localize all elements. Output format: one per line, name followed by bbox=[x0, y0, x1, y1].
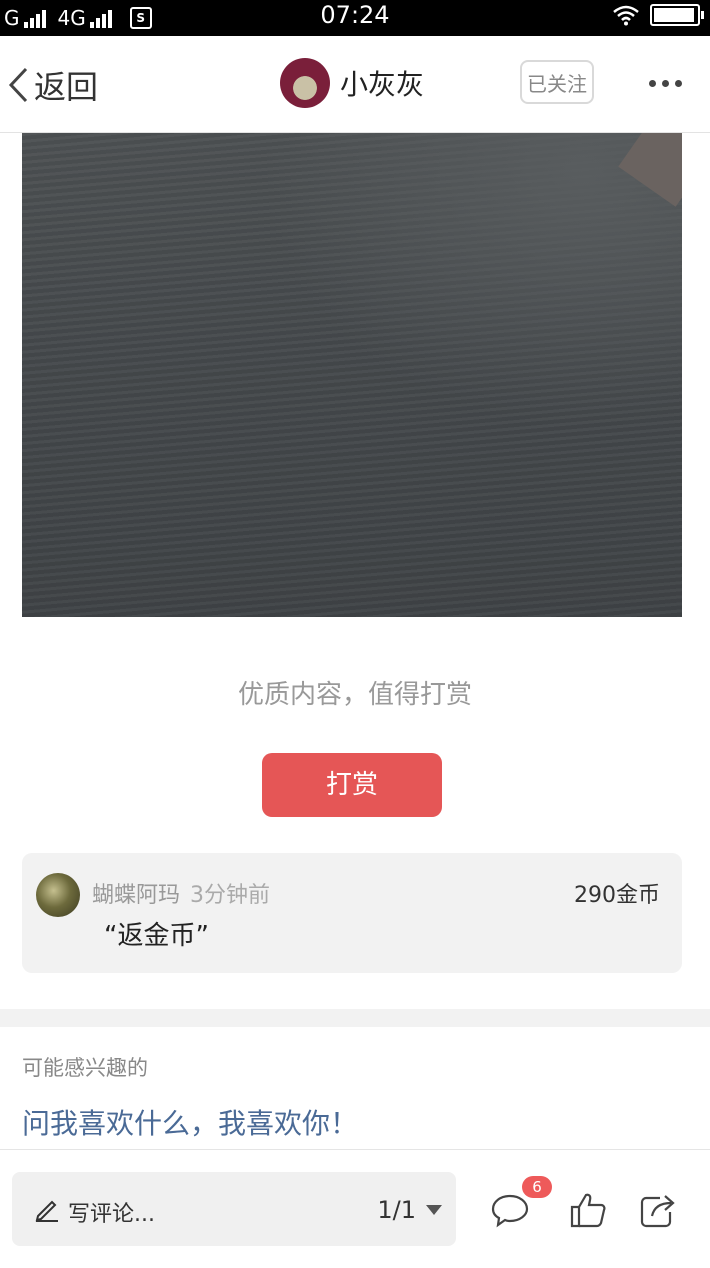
comment-count-badge: 6 bbox=[522, 1176, 552, 1198]
dropdown-triangle-icon bbox=[426, 1205, 442, 1215]
thumbs-up-icon[interactable] bbox=[568, 1190, 608, 1230]
comment-placeholder: 写评论... bbox=[68, 1202, 155, 1227]
more-dots-icon[interactable] bbox=[649, 80, 682, 87]
bottom-bar: 写评论... 1/1 6 bbox=[0, 1149, 710, 1268]
recommend-title: 可能感兴趣的 bbox=[22, 1056, 148, 1080]
back-button[interactable]: 返回 bbox=[6, 62, 98, 108]
avatar[interactable] bbox=[280, 58, 330, 108]
back-label: 返回 bbox=[34, 68, 99, 106]
wifi-icon bbox=[613, 5, 639, 26]
page-indicator: 1/1 bbox=[377, 1196, 416, 1224]
comment-input[interactable]: 写评论... 1/1 bbox=[12, 1172, 456, 1246]
nav-bar: 返回 小灰灰 已关注 bbox=[0, 36, 710, 133]
share-icon[interactable] bbox=[638, 1190, 678, 1230]
post-photo[interactable] bbox=[22, 133, 682, 617]
pen-icon bbox=[35, 1200, 58, 1222]
status-right bbox=[612, 4, 704, 26]
author-name[interactable]: 小灰灰 bbox=[340, 63, 424, 103]
battery-fill bbox=[654, 8, 694, 22]
section-divider bbox=[0, 1009, 710, 1027]
tip-message: “返金币” bbox=[104, 921, 209, 951]
battery-icon bbox=[650, 4, 704, 26]
tipper-avatar[interactable] bbox=[36, 873, 80, 917]
follow-button[interactable]: 已关注 bbox=[520, 60, 594, 104]
tip-record: 蝴蝶阿玛 3分钟前 290金币 “返金币” bbox=[22, 853, 682, 973]
status-bar: G 4G S 07:24 bbox=[0, 0, 710, 36]
author-info[interactable]: 小灰灰 bbox=[280, 58, 424, 108]
comment-bubble-icon[interactable] bbox=[490, 1190, 530, 1230]
back-chevron-icon bbox=[8, 67, 28, 103]
tipper-info: 蝴蝶阿玛 3分钟前 bbox=[92, 877, 270, 909]
tip-time: 3分钟前 bbox=[190, 883, 271, 908]
reward-prompt: 优质内容，值得打赏 bbox=[237, 680, 472, 710]
photo-corner-detail bbox=[618, 133, 682, 207]
clock: 07:24 bbox=[320, 1, 390, 29]
reward-button[interactable]: 打赏 bbox=[262, 753, 442, 817]
page-selector[interactable]: 1/1 bbox=[377, 1196, 442, 1224]
tip-amount: 290金币 bbox=[574, 883, 660, 908]
recommend-item[interactable]: 问我喜欢什么，我喜欢你！ bbox=[22, 1102, 358, 1142]
tipper-name[interactable]: 蝴蝶阿玛 bbox=[92, 883, 180, 908]
